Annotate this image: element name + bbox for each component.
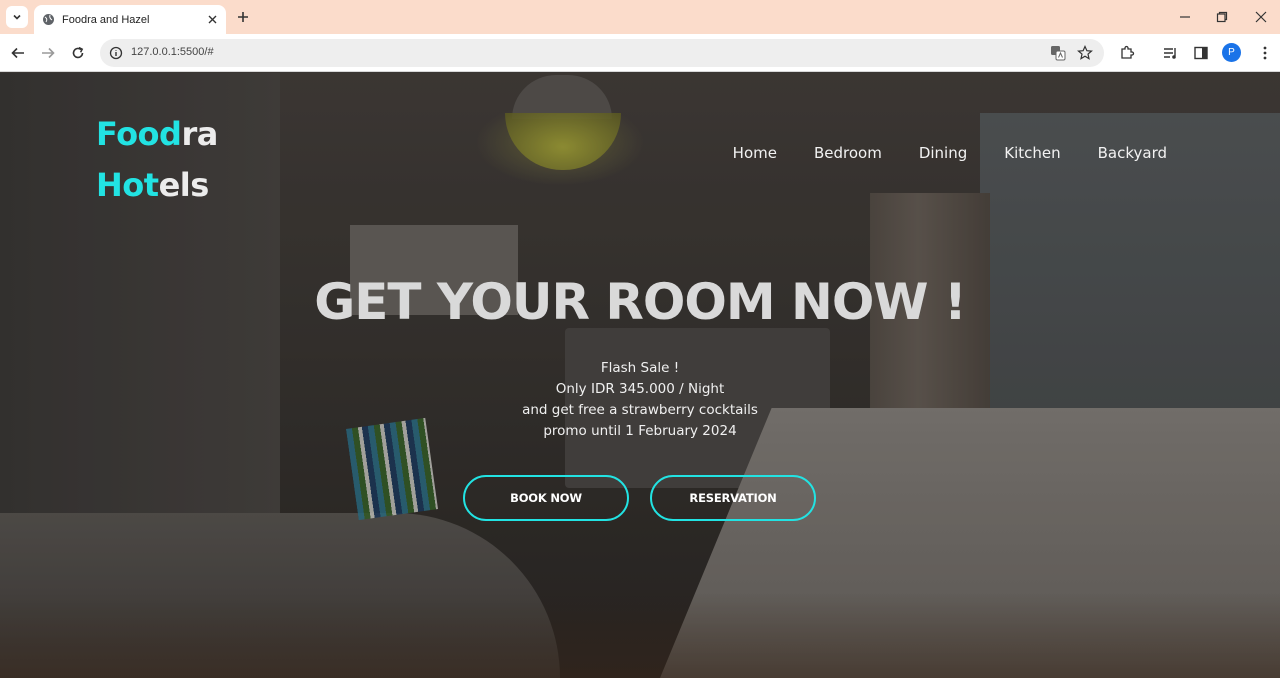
promo-line: promo until 1 February 2024 [543, 423, 737, 439]
logo-line-1: Foodra [96, 115, 218, 153]
minimize-button[interactable] [1178, 10, 1192, 24]
main-nav: Home Bedroom Dining Kitchen Backyard [733, 144, 1167, 162]
translate-icon[interactable] [1050, 45, 1066, 61]
plus-icon [238, 12, 248, 22]
reservation-button[interactable]: RESERVATION [650, 475, 816, 521]
tab-title: Foodra and Hazel [62, 13, 150, 26]
nav-link-home[interactable]: Home [733, 144, 777, 162]
new-tab-button[interactable] [235, 9, 251, 25]
restore-icon [1216, 11, 1228, 23]
forward-arrow-icon [42, 47, 55, 59]
star-icon[interactable] [1077, 45, 1093, 61]
media-button[interactable] [1162, 44, 1180, 62]
side-panel-icon [1194, 46, 1208, 60]
tab-search-button[interactable] [6, 6, 28, 28]
more-vertical-icon [1263, 46, 1267, 60]
nav-link-backyard[interactable]: Backyard [1098, 144, 1167, 162]
puzzle-icon [1121, 45, 1135, 59]
close-window-button[interactable] [1254, 10, 1268, 24]
browser-toolbar: 127.0.0.1:5500/# P [0, 34, 1280, 72]
back-arrow-icon [11, 47, 24, 59]
globe-icon [42, 13, 55, 26]
promo-text: Flash Sale ! Only IDR 345.000 / Night an… [0, 358, 1280, 442]
hero-headline: GET YOUR ROOM NOW ! [314, 273, 967, 331]
media-queue-icon [1164, 48, 1176, 59]
nav-link-bedroom[interactable]: Bedroom [814, 144, 882, 162]
hero-section: Foodra Hotels Home Bedroom Dining Kitche… [0, 73, 1280, 678]
promo-line: Flash Sale ! [600, 360, 680, 376]
info-icon[interactable] [109, 46, 123, 60]
site-logo[interactable]: Foodra Hotels [96, 109, 218, 211]
menu-button[interactable] [1256, 44, 1274, 62]
promo-line: Only IDR 345.000 / Night [555, 381, 725, 397]
reload-button[interactable] [69, 44, 87, 62]
nav-link-dining[interactable]: Dining [919, 144, 967, 162]
forward-button[interactable] [39, 44, 57, 62]
nav-link-kitchen[interactable]: Kitchen [1004, 144, 1060, 162]
book-now-button[interactable]: BOOK NOW [463, 475, 629, 521]
chevron-down-icon [13, 14, 21, 20]
logo-line-2: Hotels [96, 166, 209, 204]
minimize-icon [1180, 16, 1190, 18]
browser-tab[interactable]: Foodra and Hazel [34, 5, 226, 34]
back-button[interactable] [9, 44, 27, 62]
extensions-button[interactable] [1118, 44, 1136, 62]
tab-strip: Foodra and Hazel [0, 0, 1280, 34]
close-icon [1255, 11, 1267, 23]
reload-icon [72, 46, 84, 59]
maximize-button[interactable] [1215, 10, 1229, 24]
side-panel-button[interactable] [1192, 44, 1210, 62]
url-text[interactable]: 127.0.0.1:5500/# [131, 46, 214, 58]
address-bar[interactable]: 127.0.0.1:5500/# [100, 39, 1104, 67]
profile-avatar[interactable]: P [1222, 43, 1241, 62]
promo-line: and get free a strawberry cocktails [522, 402, 758, 418]
close-icon[interactable] [205, 13, 219, 27]
